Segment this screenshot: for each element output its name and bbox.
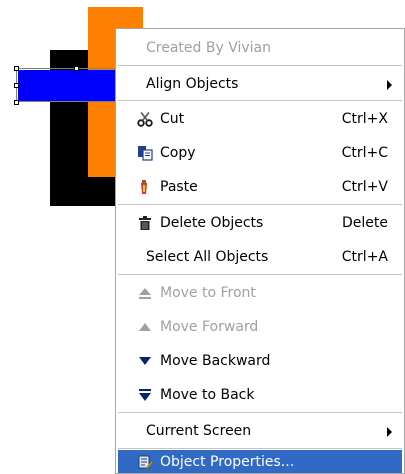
- menu-item-move-backward[interactable]: Move Backward: [118, 344, 402, 378]
- menu-item-current-screen[interactable]: Current Screen: [118, 414, 402, 448]
- menu-item-label: Move to Back: [160, 387, 255, 403]
- menu-item-paste[interactable]: Paste Ctrl+V: [118, 170, 402, 204]
- menu-item-label: Align Objects: [146, 76, 239, 92]
- submenu-arrow-icon: [387, 427, 392, 437]
- menu-item-shortcut: Ctrl+V: [341, 179, 388, 195]
- move-to-back-icon: [136, 386, 154, 404]
- menu-item-align-objects[interactable]: Align Objects: [118, 67, 402, 101]
- copy-icon: [136, 144, 154, 162]
- resize-handle-top-left[interactable]: [14, 66, 19, 71]
- triangle-down-icon: [136, 352, 154, 370]
- context-menu: Created By Vivian Align Objects Cut Ctrl…: [115, 28, 405, 474]
- triangle-up-icon: [136, 318, 154, 336]
- resize-handle-bottom-left[interactable]: [14, 100, 19, 105]
- resize-handle-top-middle[interactable]: [74, 66, 79, 71]
- menu-item-select-all[interactable]: Select All Objects Ctrl+A: [118, 240, 402, 274]
- menu-item-label: Move Forward: [160, 319, 259, 335]
- menu-item-copy[interactable]: Copy Ctrl+C: [118, 136, 402, 170]
- menu-item-shortcut: Ctrl+X: [341, 111, 388, 127]
- menu-item-label: Move Backward: [160, 353, 271, 369]
- menu-item-cut[interactable]: Cut Ctrl+X: [118, 102, 402, 136]
- menu-item-shortcut: Delete: [342, 215, 388, 231]
- menu-item-created-by: Created By Vivian: [118, 31, 402, 65]
- menu-item-shortcut: Ctrl+A: [341, 249, 388, 265]
- properties-icon: [136, 453, 154, 471]
- scissors-icon: [136, 110, 154, 128]
- menu-item-label: Current Screen: [146, 423, 252, 439]
- menu-item-label: Object Properties...: [160, 453, 295, 470]
- menu-item-label: Created By Vivian: [146, 40, 271, 56]
- menu-item-label: Move to Front: [160, 285, 256, 301]
- resize-handle-middle-left[interactable]: [14, 83, 19, 88]
- menu-item-move-to-front: Move to Front: [118, 276, 402, 310]
- paste-icon: [136, 178, 154, 196]
- trash-icon: [136, 214, 154, 232]
- menu-item-move-to-back[interactable]: Move to Back: [118, 378, 402, 412]
- menu-item-shortcut: Ctrl+C: [341, 145, 388, 161]
- submenu-arrow-icon: [387, 80, 392, 90]
- design-canvas[interactable]: Created By Vivian Align Objects Cut Ctrl…: [0, 0, 405, 474]
- menu-item-delete-objects[interactable]: Delete Objects Delete: [118, 206, 402, 240]
- menu-item-object-properties[interactable]: Object Properties...: [118, 450, 402, 473]
- menu-item-move-forward: Move Forward: [118, 310, 402, 344]
- eject-icon: [136, 284, 154, 302]
